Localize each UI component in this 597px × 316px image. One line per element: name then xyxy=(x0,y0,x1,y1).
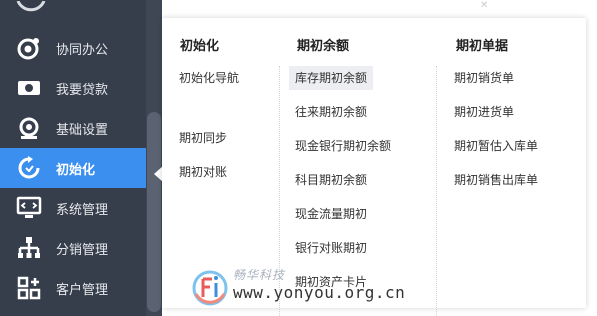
initialize-icon xyxy=(16,155,42,181)
watermark-company-name: 畅华科技 xyxy=(233,268,286,282)
watermark-url: www.yonyou.org.cn xyxy=(233,283,406,302)
column-title-opening-documents: 期初单据 xyxy=(456,39,509,54)
yonyou-fi-logo xyxy=(190,268,230,312)
menu-item-inventory-opening-balance[interactable]: 库存期初余额 xyxy=(289,66,374,90)
customer-icon xyxy=(16,275,42,301)
sidebar-item-label: 协同办公 xyxy=(56,42,109,58)
menu-item-opening-reconcile[interactable]: 期初对账 xyxy=(173,160,233,184)
sidebar-item-initialize[interactable]: 初始化 xyxy=(0,148,146,188)
menu-item-opening-estimated-receipt[interactable]: 期初暂估入库单 xyxy=(448,134,544,158)
menu-item-opening-purchase-order[interactable]: 期初进货单 xyxy=(448,100,520,124)
background-page-strip: ✕ xyxy=(480,0,489,11)
menu-item-account-opening-balance[interactable]: 科目期初余额 xyxy=(289,168,373,192)
initialize-dropdown-panel: 初始化 初始化导航 期初同步 期初对账 期初余额 库存期初余额 往来期初余额 现… xyxy=(162,18,586,316)
sidebar-item-label: 我要贷款 xyxy=(56,82,109,98)
column-title-opening-balance: 期初余额 xyxy=(297,39,350,54)
menu-item-bank-reconcile-opening[interactable]: 银行对账期初 xyxy=(289,236,373,260)
menu-item-opening-sales-order[interactable]: 期初销货单 xyxy=(448,66,520,90)
sidebar-item-label: 基础设置 xyxy=(56,122,109,138)
menu-item-opening-sync[interactable]: 期初同步 xyxy=(173,126,233,150)
sidebar-top-partial-icon xyxy=(10,0,50,14)
sidebar-item-label: 系统管理 xyxy=(56,202,109,218)
sidebar-item-customer[interactable]: 客户管理 xyxy=(0,268,146,308)
column-title-initialize: 初始化 xyxy=(180,39,220,54)
loan-icon xyxy=(16,75,42,101)
sidebar: 协同办公 我要贷款 基础设置 初始化 系统管理 分销管理 客户管理 xyxy=(0,0,146,316)
distribution-icon xyxy=(16,235,42,261)
sidebar-item-label: 客户管理 xyxy=(56,282,109,298)
collaboration-icon xyxy=(16,35,42,61)
menu-item-init-guide[interactable]: 初始化导航 xyxy=(173,66,245,90)
settings-icon xyxy=(16,115,42,141)
sidebar-scrollbar[interactable] xyxy=(147,112,161,312)
menu-item-ar-ap-opening-balance[interactable]: 往来期初余额 xyxy=(289,100,373,124)
sidebar-item-distribution[interactable]: 分销管理 xyxy=(0,228,146,268)
menu-item-cashflow-opening[interactable]: 现金流量期初 xyxy=(289,202,373,226)
menu-item-opening-sales-outbound[interactable]: 期初销售出库单 xyxy=(448,168,544,192)
menu-item-cash-bank-opening-balance[interactable]: 现金银行期初余额 xyxy=(289,134,397,158)
system-admin-icon xyxy=(16,195,42,221)
sidebar-item-settings[interactable]: 基础设置 xyxy=(0,108,146,148)
sidebar-item-label: 分销管理 xyxy=(56,242,109,258)
sidebar-item-system-admin[interactable]: 系统管理 xyxy=(0,188,146,228)
sidebar-item-label: 初始化 xyxy=(56,162,96,178)
sidebar-item-loan[interactable]: 我要贷款 xyxy=(0,68,146,108)
column-divider xyxy=(436,66,437,316)
sidebar-item-collaboration[interactable]: 协同办公 xyxy=(0,28,146,68)
